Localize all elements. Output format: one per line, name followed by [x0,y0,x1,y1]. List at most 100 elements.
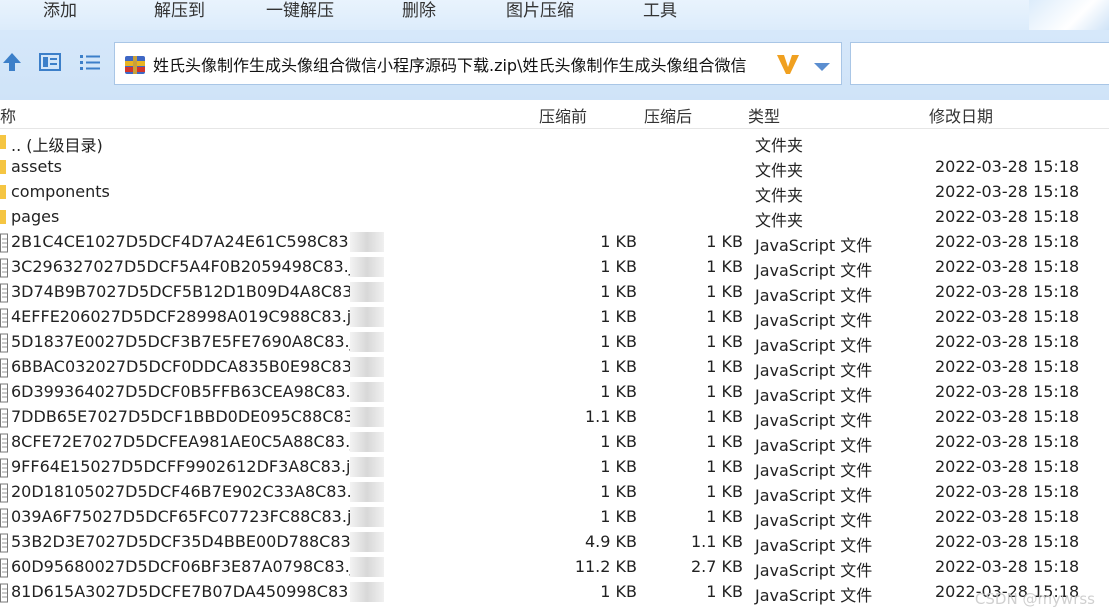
js-file-icon [0,333,8,357]
file-name: components [11,182,110,201]
list-view-icon[interactable] [79,52,101,76]
column-modified[interactable]: 修改日期 [929,103,993,127]
file-name: 81D615A3027D5DCFE7B07DA450998C83.js [11,582,354,601]
view-details-icon[interactable] [39,52,61,76]
file-type: 文件夹 [755,186,804,205]
size-after: 1 KB [706,507,743,526]
file-name: 3D74B9B7027D5DCF5B12D1B09D4A8C83 [11,282,353,301]
file-list: .. (上级目录) 文件夹 assets 文件夹 2022-03-28 15:18 com… [0,130,1109,605]
modified-date: 2022-03-28 15:18 [935,232,1080,251]
modified-date: 2022-03-28 15:18 [935,457,1080,476]
list-item[interactable]: 039A6F75027D5DCF65FC07723FC88C83.js 1 KB 1… [0,505,1109,530]
list-item[interactable]: pages 文件夹 2022-03-28 15:18 [0,205,1109,230]
modified-date: 2022-03-28 15:18 [935,357,1080,376]
brand-v-icon [775,51,801,81]
list-item[interactable]: 53B2D3E7027D5DCF35D4BBE00D788C83.js 4.9 K… [0,530,1109,555]
redaction-blur [350,382,384,402]
up-arrow-icon[interactable] [2,52,22,76]
size-before: 1 KB [600,507,637,526]
file-name: 039A6F75027D5DCF65FC07723FC88C83.js [11,507,354,526]
list-item[interactable]: 3D74B9B7027D5DCF5B12D1B09D4A8C83 1 KB 1 KB… [0,280,1109,305]
redaction-blur [350,257,384,277]
js-file-icon [0,533,8,557]
one-click-extract-button[interactable]: 一键解压 [266,0,334,22]
chevron-down-icon[interactable] [813,58,831,77]
size-before: 1 KB [600,457,637,476]
size-after: 2.7 KB [691,557,743,576]
list-item[interactable]: components 文件夹 2022-03-28 15:18 [0,180,1109,205]
file-name: 5D1837E0027D5DCF3B7E5FE7690A8C83.j [11,332,354,351]
modified-date: 2022-03-28 15:18 [935,432,1080,451]
size-before: 1 KB [600,332,637,351]
size-before: 1 KB [600,282,637,301]
redaction-blur [350,507,384,527]
list-item[interactable]: 2B1C4CE1027D5DCF4D7A24E61C598C83.j 1 KB 1 … [0,230,1109,255]
js-file-icon [0,408,8,432]
file-name: 6BBAC032027D5DCF0DDCA835B0E98C83 [11,357,352,376]
size-after: 1 KB [706,457,743,476]
size-before: 1 KB [600,382,637,401]
list-item[interactable]: 20D18105027D5DCF46B7E902C33A8C83.js 1 KB 1… [0,480,1109,505]
list-item[interactable]: 5D1837E0027D5DCF3B7E5FE7690A8C83.j 1 KB 1 … [0,330,1109,355]
file-name: 6D399364027D5DCF0B5FFB63CEA98C83.j [11,382,354,401]
list-item[interactable]: 8CFE72E7027D5DCFEA981AE0C5A88C83.js 1 KB 1… [0,430,1109,455]
modified-date: 2022-03-28 15:18 [935,332,1080,351]
column-type[interactable]: 类型 [748,103,780,127]
redaction-blur [350,232,384,252]
toolbar: 添加 解压到 一键解压 删除 图片压缩 工具 [0,0,1109,30]
modified-date: 2022-03-28 15:18 [935,507,1080,526]
list-item[interactable]: 60D95680027D5DCF06BF3E87A0798C83.js 11.2 … [0,555,1109,580]
redaction-blur [350,482,384,502]
column-name[interactable]: 称 [0,103,16,127]
modified-date: 2022-03-28 15:18 [935,482,1080,501]
file-type: JavaScript 文件 [755,286,873,305]
size-after: 1 KB [706,282,743,301]
zip-archive-icon [123,53,147,81]
list-item[interactable]: 81D615A3027D5DCFE7B07DA450998C83.js 1 KB 1… [0,580,1109,605]
file-name: 2B1C4CE1027D5DCF4D7A24E61C598C83.j [11,232,354,251]
size-after: 1 KB [706,232,743,251]
tools-button[interactable]: 工具 [643,0,677,22]
size-after: 1 KB [706,407,743,426]
file-type: JavaScript 文件 [755,361,873,380]
extract-to-button[interactable]: 解压到 [154,0,205,22]
delete-button[interactable]: 删除 [402,0,436,22]
modified-date: 2022-03-28 15:18 [935,257,1080,276]
js-file-icon [0,433,8,457]
size-before: 4.9 KB [585,532,637,551]
column-after-size[interactable]: 压缩后 [644,103,692,127]
file-type: JavaScript 文件 [755,461,873,480]
file-type: 文件夹 [755,161,804,180]
toolbar-decoration [1029,0,1109,30]
list-item[interactable]: 7DDB65E7027D5DCF1BBD0DE095C88C83.j 1.1 KB… [0,405,1109,430]
size-after: 1 KB [706,257,743,276]
file-type: 文件夹 [755,211,804,230]
list-item[interactable]: 6D399364027D5DCF0B5FFB63CEA98C83.j 1 KB 1 … [0,380,1109,405]
file-name: assets [11,157,62,176]
size-before: 1 KB [600,357,637,376]
address-path[interactable]: 姓氏头像制作生成头像组合微信小程序源码下载.zip\姓氏头像制作生成头像组合微信 [153,52,775,76]
image-compress-button[interactable]: 图片压缩 [506,0,574,22]
list-item[interactable]: 4EFFE206027D5DCF28998A019C988C83.j 1 KB 1 … [0,305,1109,330]
column-before-size[interactable]: 压缩前 [539,103,587,127]
file-name: pages [11,207,60,226]
size-before: 1 KB [600,257,637,276]
file-type: JavaScript 文件 [755,486,873,505]
folder-icon [0,208,6,230]
search-input[interactable] [850,42,1109,85]
size-after: 1 KB [706,332,743,351]
address-bar[interactable]: 姓氏头像制作生成头像组合微信小程序源码下载.zip\姓氏头像制作生成头像组合微信 [114,42,842,85]
js-file-icon [0,483,8,507]
list-item[interactable]: 9FF64E15027D5DCFF9902612DF3A8C83.js 1 KB 1… [0,455,1109,480]
size-after: 1 KB [706,307,743,326]
list-item[interactable]: 6BBAC032027D5DCF0DDCA835B0E98C83 1 KB 1 KB… [0,355,1109,380]
redaction-blur [350,432,384,452]
redaction-blur [350,332,384,352]
list-item[interactable]: 3C296327027D5DCF5A4F0B2059498C83.j 1 KB 1 … [0,255,1109,280]
list-item[interactable]: assets 文件夹 2022-03-28 15:18 [0,155,1109,180]
list-item[interactable]: .. (上级目录) 文件夹 [0,130,1109,155]
file-type: JavaScript 文件 [755,436,873,455]
file-type: JavaScript 文件 [755,511,873,530]
add-button[interactable]: 添加 [43,0,77,22]
modified-date: 2022-03-28 15:18 [935,307,1080,326]
